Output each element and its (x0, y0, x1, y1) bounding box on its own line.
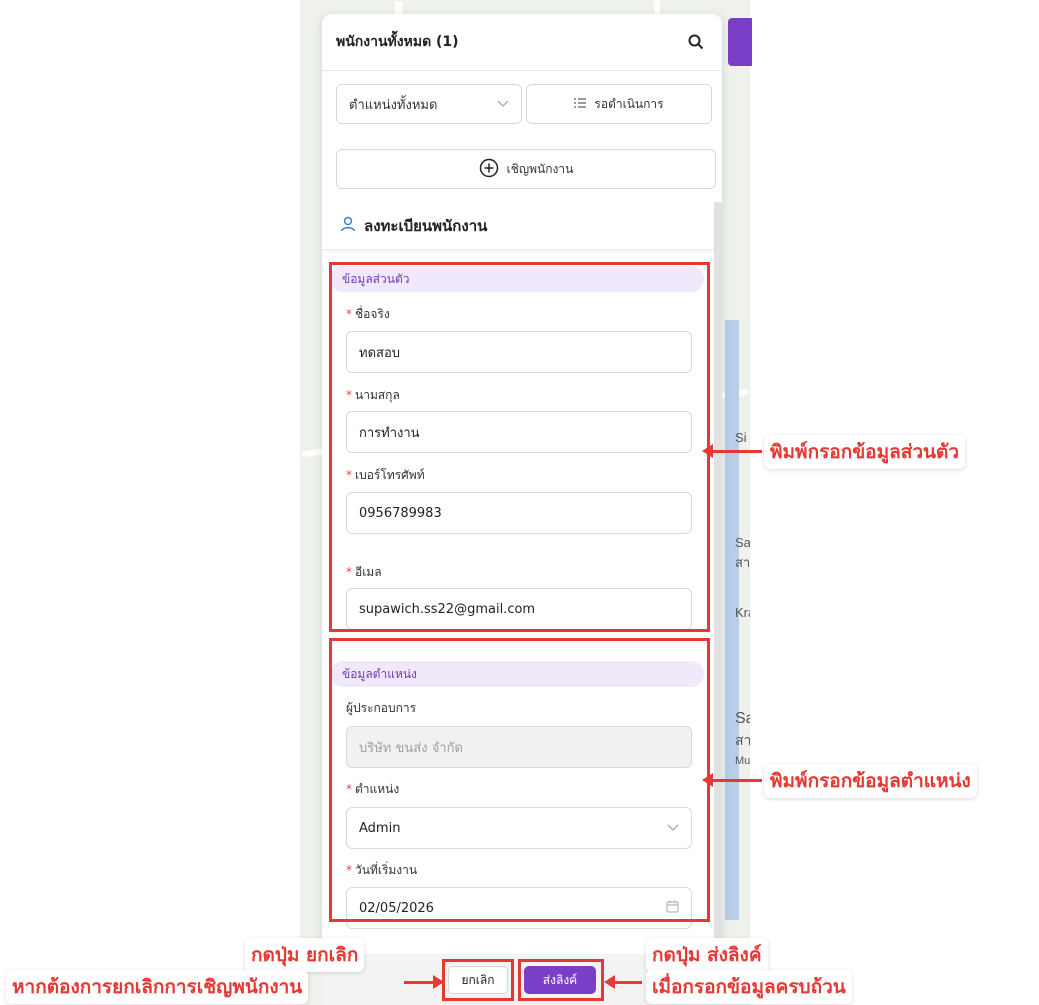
position-filter-label: ตำแหน่งทั้งหมด (349, 97, 438, 113)
pending-button-label: รอดำเนินการ (594, 96, 664, 111)
pending-button[interactable]: รอดำเนินการ (526, 84, 712, 124)
personal-info-highlight (329, 262, 710, 632)
send-link-button[interactable]: ส่งลิงค์ (524, 966, 596, 994)
map-label: Sal (735, 710, 750, 727)
panel-title: พนักงานทั้งหมด (1) (336, 34, 459, 50)
position-info-highlight (329, 638, 710, 922)
scrollbar[interactable] (714, 202, 722, 954)
panel-header: พนักงานทั้งหมด (1) (322, 14, 722, 71)
annotation-position: พิมพ์กรอกข้อมูลตำแหน่ง (764, 764, 977, 798)
map-label: สา (735, 555, 750, 570)
map-label: สา (735, 732, 750, 748)
cancel-button[interactable]: ยกเลิก (448, 966, 508, 994)
map-label: Kra (735, 605, 750, 620)
position-filter-select[interactable]: ตำแหน่งทั้งหมด (336, 84, 522, 124)
annotation-personal: พิมพ์กรอกข้อมูลส่วนตัว (764, 435, 966, 469)
search-icon[interactable] (684, 30, 708, 54)
annotation-send-line2: เมื่อกรอกข้อมูลครบถ้วน (646, 970, 852, 1004)
annotation-cancel-line2: หากต้องการยกเลิกการเชิญพนักงาน (6, 970, 309, 1004)
arrow-personal (702, 444, 762, 458)
form-title: ลงทะเบียนพนักงาน (364, 216, 488, 235)
invite-employee-label: เชิญพนักงาน (506, 161, 574, 176)
annotation-cancel-line1: กดปุ่ม ยกเลิก (245, 938, 365, 972)
map-collapse-tab[interactable] (728, 18, 752, 66)
map-label: Mue (735, 755, 750, 767)
chevron-down-icon (497, 97, 509, 112)
list-icon (574, 97, 587, 111)
arrow-cancel (404, 975, 444, 989)
annotation-send-line1: กดปุ่ม ส่งลิงค์ (646, 938, 768, 972)
invite-employee-button[interactable]: เชิญพนักงาน (336, 149, 716, 189)
map-label: Si (735, 430, 747, 445)
arrow-send (604, 975, 642, 989)
form-header: ลงทะเบียนพนักงาน (322, 202, 714, 250)
plus-circle-icon (479, 158, 499, 181)
map-label: Sam (735, 535, 750, 550)
user-icon (340, 216, 356, 236)
arrow-position (702, 773, 762, 787)
